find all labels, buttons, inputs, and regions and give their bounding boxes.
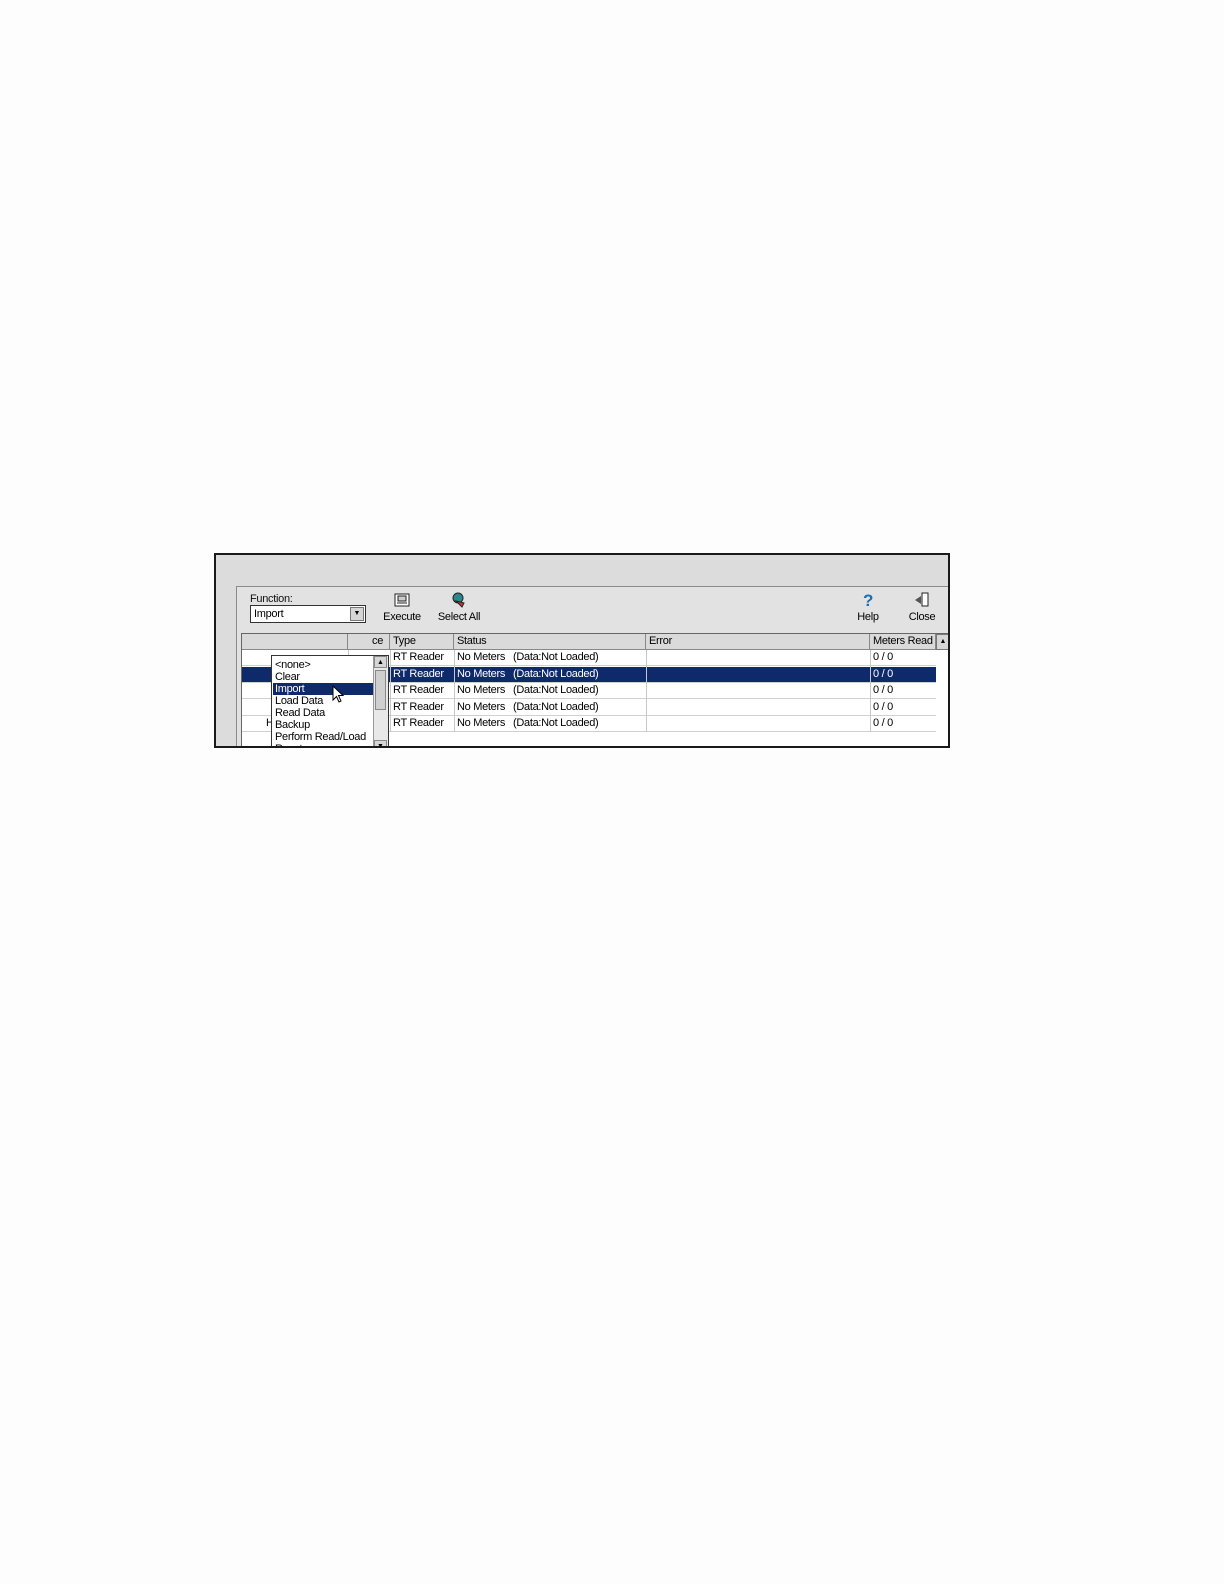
cell-type: RT Reader	[393, 684, 444, 696]
help-label: Help	[857, 611, 879, 623]
question-mark-icon: ?	[862, 591, 874, 610]
column-header-meters[interactable]: Meters Read / (	[870, 634, 936, 650]
column-header-status[interactable]: Status	[454, 634, 646, 650]
dropdown-option[interactable]: Import	[273, 683, 375, 695]
dropdown-scrollbar[interactable]: ▲ ▼	[373, 656, 388, 746]
exit-door-icon	[905, 591, 939, 611]
cell-type: RT Reader	[393, 651, 444, 663]
cell-meters: 0 / 0	[873, 667, 893, 680]
function-dropdown-list[interactable]: <none> Clear Import Load Data Read Data Backu…	[271, 655, 389, 746]
close-button[interactable]: Close	[905, 591, 939, 623]
dropdown-option[interactable]: Perform Read/Load	[273, 731, 375, 743]
cell-status: No Meters	[457, 684, 506, 696]
cell-status-detail: (Data:Not Loaded)	[513, 684, 599, 696]
cell-type: RT Reader	[393, 700, 444, 713]
cell-status: No Meters	[457, 700, 506, 713]
dropdown-option[interactable]: Read Data	[273, 707, 375, 719]
function-label: Function:	[250, 593, 293, 605]
chevron-down-icon[interactable]: ▼	[350, 607, 364, 621]
column-header-name[interactable]	[242, 634, 348, 650]
dropdown-option[interactable]: Reset	[273, 743, 375, 746]
cell-status: No Meters	[457, 651, 506, 663]
device-panel: Function: Import ▼ Execute Select All ? …	[236, 586, 948, 746]
scrollbar-thumb[interactable]	[375, 670, 386, 710]
scroll-up-icon[interactable]: ▲	[374, 656, 387, 668]
column-header-error[interactable]: Error	[646, 634, 870, 650]
cell-meters: 0 / 0	[873, 700, 893, 713]
column-header-device[interactable]: ce	[348, 634, 390, 650]
screenshot-frame: Function: Import ▼ Execute Select All ? …	[214, 553, 950, 748]
dropdown-option[interactable]: Backup	[273, 719, 375, 731]
dropdown-option[interactable]: Load Data	[273, 695, 375, 707]
help-button[interactable]: ? Help	[853, 591, 883, 623]
dropdown-option[interactable]: Clear	[273, 671, 375, 683]
cell-type: RT Reader	[393, 717, 444, 729]
select-all-label: Select All	[437, 611, 481, 623]
cell-status: No Meters	[457, 717, 506, 729]
dropdown-option[interactable]: <none>	[273, 659, 375, 671]
close-label: Close	[908, 611, 936, 623]
execute-icon	[382, 591, 422, 611]
cell-status-detail: (Data:Not Loaded)	[513, 717, 599, 729]
cell-status-detail: (Data:Not Loaded)	[513, 700, 599, 713]
mouse-pointer-icon	[332, 685, 345, 703]
cell-meters: 0 / 0	[873, 684, 893, 696]
execute-button[interactable]: Execute	[382, 591, 422, 623]
select-all-button[interactable]: Select All	[435, 591, 483, 623]
column-header-type[interactable]: Type	[390, 634, 454, 650]
cell-meters: 0 / 0	[873, 651, 893, 663]
select-all-icon	[435, 591, 483, 611]
scroll-up-icon[interactable]: ▲	[936, 634, 948, 650]
cell-meters: 0 / 0	[873, 717, 893, 729]
cell-status: No Meters	[457, 667, 506, 680]
cell-type: RT Reader	[393, 667, 444, 680]
scroll-down-icon[interactable]: ▼	[374, 740, 387, 746]
function-select[interactable]: Import ▼	[250, 605, 366, 623]
cell-status-detail: (Data:Not Loaded)	[513, 667, 599, 680]
cell-status-detail: (Data:Not Loaded)	[513, 651, 599, 663]
function-select-value: Import	[254, 608, 284, 620]
execute-label: Execute	[383, 611, 421, 623]
